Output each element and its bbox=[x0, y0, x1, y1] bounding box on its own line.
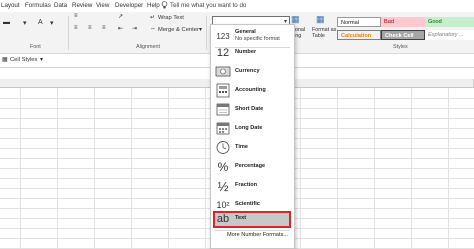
chevron-down-icon[interactable]: ▾ bbox=[50, 19, 54, 27]
format-option-long-date[interactable]: Long Date bbox=[211, 119, 294, 140]
align-left-icon[interactable]: ≡ bbox=[74, 25, 78, 31]
merge-center-button[interactable]: Merge & Center bbox=[158, 27, 199, 33]
format-sublabel: No specific format bbox=[235, 36, 280, 42]
format-option-short-date[interactable]: Short Date bbox=[211, 100, 294, 121]
style-bad[interactable]: Bad bbox=[381, 17, 425, 27]
clock-icon bbox=[214, 140, 232, 157]
font-color-icon[interactable]: A bbox=[38, 19, 43, 26]
orientation-icon[interactable]: ↗ bbox=[118, 13, 123, 20]
style-normal[interactable]: Normal bbox=[337, 17, 381, 27]
format-option-text[interactable]: ab Text bbox=[211, 209, 294, 230]
fill-color-icon[interactable]: ▬ bbox=[3, 19, 10, 26]
format-label: Time bbox=[235, 144, 248, 150]
format-label: Percentage bbox=[235, 163, 266, 169]
format-option-percentage[interactable]: % Percentage bbox=[211, 157, 294, 178]
style-calculation[interactable]: Calculation bbox=[337, 30, 381, 40]
divider bbox=[68, 16, 69, 50]
wrap-text-button[interactable]: Wrap Text bbox=[158, 15, 184, 21]
number-format-dropdown: 123 General No specific format 12 Number… bbox=[210, 24, 295, 249]
format-option-number[interactable]: 12 Number bbox=[211, 43, 294, 64]
wrap-text-icon[interactable]: ↵ bbox=[150, 14, 155, 21]
chevron-down-icon[interactable]: ▾ bbox=[199, 26, 202, 33]
style-good[interactable]: Good bbox=[425, 17, 474, 27]
cell-styles-icon[interactable]: ▦ bbox=[2, 56, 8, 63]
cell-styles-button[interactable]: Cell Styles bbox=[10, 57, 37, 63]
group-label-font: Font bbox=[30, 44, 41, 50]
tab-review[interactable]: Review bbox=[72, 2, 92, 9]
format-label: Text bbox=[235, 215, 247, 221]
long-date-icon bbox=[214, 121, 232, 138]
tab-data[interactable]: Data bbox=[54, 2, 67, 9]
currency-icon bbox=[214, 64, 232, 81]
format-label: Number bbox=[235, 49, 257, 55]
style-check-cell[interactable]: Check Cell bbox=[381, 30, 425, 40]
format-label: General bbox=[235, 29, 256, 35]
tab-help[interactable]: Help bbox=[147, 2, 160, 9]
group-label-styles: Styles bbox=[393, 44, 408, 50]
fraction-icon: ½ bbox=[217, 179, 229, 194]
group-label-alignment: Alignment bbox=[136, 44, 160, 50]
accounting-icon bbox=[214, 83, 232, 100]
format-option-accounting[interactable]: Accounting bbox=[211, 81, 294, 102]
tab-view[interactable]: View bbox=[96, 2, 109, 9]
format-label: Short Date bbox=[235, 106, 264, 112]
style-explanatory[interactable]: Explanatory ... bbox=[425, 30, 474, 40]
format-label: Accounting bbox=[235, 87, 266, 93]
format-option-currency[interactable]: Currency bbox=[211, 62, 294, 83]
format-as-table-button[interactable]: Format as Table bbox=[312, 27, 336, 39]
tab-formulas[interactable]: Formulas bbox=[25, 2, 51, 9]
short-date-icon bbox=[214, 102, 232, 119]
lightbulb-icon bbox=[161, 1, 168, 9]
align-top-icon[interactable]: ≡ bbox=[74, 13, 78, 19]
format-label: Fraction bbox=[235, 182, 258, 188]
chevron-down-icon[interactable]: ▾ bbox=[40, 56, 43, 63]
format-option-fraction[interactable]: ½ Fraction bbox=[211, 176, 294, 197]
increase-indent-icon[interactable]: ⇥ bbox=[132, 25, 137, 32]
format-label: Scientific bbox=[235, 201, 260, 207]
decrease-indent-icon[interactable]: ⇤ bbox=[118, 25, 123, 32]
align-center-icon[interactable]: ≡ bbox=[88, 25, 92, 31]
format-option-time[interactable]: Time bbox=[211, 138, 294, 159]
align-right-icon[interactable]: ≡ bbox=[102, 25, 106, 31]
more-number-formats-link[interactable]: More Number Formats... bbox=[227, 232, 288, 238]
ribbon-tabs: Layout Formulas Data Review View Develop… bbox=[0, 0, 474, 12]
format-label: Long Date bbox=[235, 125, 263, 131]
text-format-icon: ab bbox=[216, 213, 230, 225]
chevron-down-icon[interactable]: ▾ bbox=[23, 19, 27, 27]
percentage-icon: % bbox=[217, 160, 229, 174]
divider bbox=[206, 16, 207, 50]
tab-layout[interactable]: Layout bbox=[1, 2, 20, 9]
merge-center-icon[interactable]: ⇔ bbox=[150, 26, 156, 32]
tab-developer[interactable]: Developer bbox=[115, 2, 143, 9]
tell-me-search[interactable]: Tell me what you want to do bbox=[170, 2, 246, 9]
format-label: Currency bbox=[235, 68, 260, 74]
number-icon: 12 bbox=[216, 47, 230, 59]
format-as-table-icon[interactable]: ▦ bbox=[316, 14, 325, 25]
divider bbox=[215, 230, 290, 231]
